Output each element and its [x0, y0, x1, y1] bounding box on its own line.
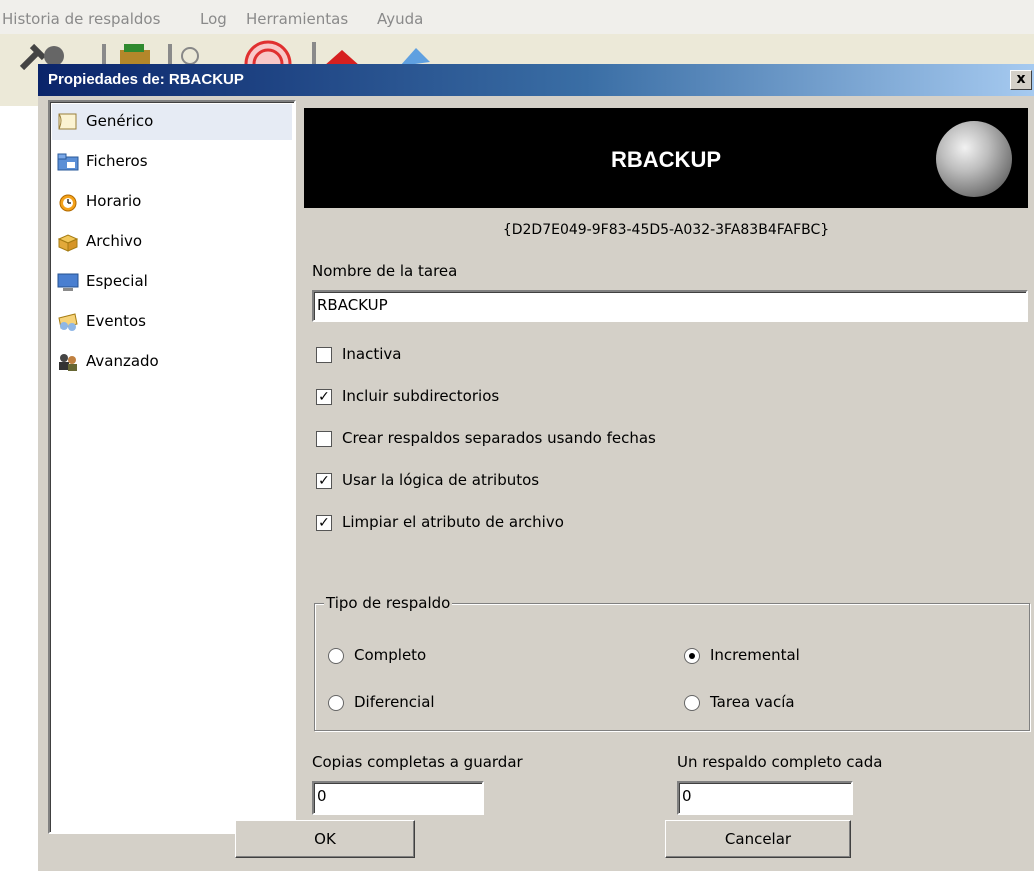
properties-dialog: Propiedades de: RBACKUP x Genérico Fiche… [38, 64, 1034, 871]
banner-title: RBACKUP [611, 147, 721, 172]
house-icon[interactable] [312, 40, 392, 66]
close-button[interactable]: x [1010, 70, 1032, 90]
task-name-label: Nombre de la tarea [312, 262, 458, 280]
menu-item-log[interactable]: Log [200, 10, 227, 28]
sidebar-item-ficheros[interactable]: Ficheros [52, 144, 292, 180]
backup-type-legend: Tipo de respaldo [324, 594, 453, 612]
sidebar-item-archivo[interactable]: Archivo [52, 224, 292, 260]
menu-item-ayuda[interactable]: Ayuda [377, 10, 423, 28]
incremental-radio[interactable] [684, 648, 700, 664]
respaldos-separados-label: Crear respaldos separados usando fechas [342, 429, 656, 447]
sidebar-item-label: Ficheros [86, 152, 148, 170]
full-copies-label: Copias completas a guardar [312, 753, 523, 771]
alarm-clock-icon [59, 194, 77, 212]
task-name-input[interactable]: RBACKUP [312, 290, 1028, 322]
menu-item-historia[interactable]: Historia de respaldos [2, 10, 160, 28]
sidebar-item-horario[interactable]: Horario [52, 184, 292, 220]
properties-panel: RBACKUP {D2D7E049-9F83-45D5-A032-3FA83B4… [304, 100, 1030, 830]
sidebar-item-label: Especial [86, 272, 148, 290]
target-icon[interactable] [244, 40, 294, 66]
title-bar[interactable]: Propiedades de: RBACKUP x [38, 64, 1034, 96]
monitor-icon [57, 273, 79, 291]
cancel-button[interactable]: Cancelar [665, 820, 851, 858]
ok-button[interactable]: OK [235, 820, 415, 858]
sidebar-item-label: Archivo [86, 232, 143, 250]
full-every-label: Un respaldo completo cada [677, 753, 883, 771]
task-guid: {D2D7E049-9F83-45D5-A032-3FA83B4FAFBC} [502, 222, 830, 238]
incluir-subdirectorios-label: Incluir subdirectorios [342, 387, 500, 405]
completo-label: Completo [354, 646, 427, 664]
respaldos-separados-checkbox[interactable] [316, 431, 332, 447]
incluir-subdirectorios-checkbox[interactable]: ✓ [316, 389, 332, 405]
radio-selected-dot [689, 653, 695, 659]
sidebar-item-avanzado[interactable]: Avanzado [52, 344, 292, 380]
arrow-icon[interactable] [396, 40, 436, 66]
task-banner: RBACKUP [304, 108, 1028, 208]
sidebar-item-generico[interactable]: Genérico [52, 104, 292, 140]
users-icon [59, 354, 77, 371]
archive-box-icon [57, 234, 79, 252]
button-bar [38, 839, 1034, 871]
menu-bar: Historia de respaldos Log Herramientas A… [0, 0, 1034, 34]
events-icon [58, 313, 78, 331]
limpiar-atributo-label: Limpiar el atributo de archivo [342, 513, 564, 531]
dialog-title: Propiedades de: RBACKUP [48, 71, 244, 88]
sidebar-item-especial[interactable]: Especial [52, 264, 292, 300]
incremental-label: Incremental [710, 646, 800, 664]
moon-logo [936, 121, 1012, 197]
logica-atributos-label: Usar la lógica de atributos [342, 471, 540, 489]
sidebar-item-label: Genérico [86, 112, 154, 130]
logica-atributos-checkbox[interactable]: ✓ [316, 473, 332, 489]
inactiva-label: Inactiva [342, 345, 402, 363]
folder-icon [57, 153, 79, 171]
full-copies-input[interactable]: 0 [312, 781, 484, 815]
sidebar-item-label: Avanzado [86, 352, 159, 370]
full-every-input[interactable]: 0 [677, 781, 853, 815]
menu-item-herramientas[interactable]: Herramientas [246, 10, 348, 28]
completo-radio[interactable] [328, 648, 344, 664]
category-list: Genérico Ficheros Horario Archivo Especi… [48, 100, 296, 834]
sidebar-item-label: Horario [86, 192, 142, 210]
sidebar-item-label: Eventos [86, 312, 146, 330]
inactiva-checkbox[interactable] [316, 347, 332, 363]
diferencial-label: Diferencial [354, 693, 435, 711]
backup-type-group: Tipo de respaldo Completo Incremental Di… [314, 594, 1030, 731]
diferencial-radio[interactable] [328, 695, 344, 711]
tarea-vacia-radio[interactable] [684, 695, 700, 711]
tarea-vacia-label: Tarea vacía [710, 693, 795, 711]
document-icon [58, 113, 77, 130]
sidebar-item-eventos[interactable]: Eventos [52, 304, 292, 340]
limpiar-atributo-checkbox[interactable]: ✓ [316, 515, 332, 531]
close-icon: x [1016, 71, 1026, 87]
